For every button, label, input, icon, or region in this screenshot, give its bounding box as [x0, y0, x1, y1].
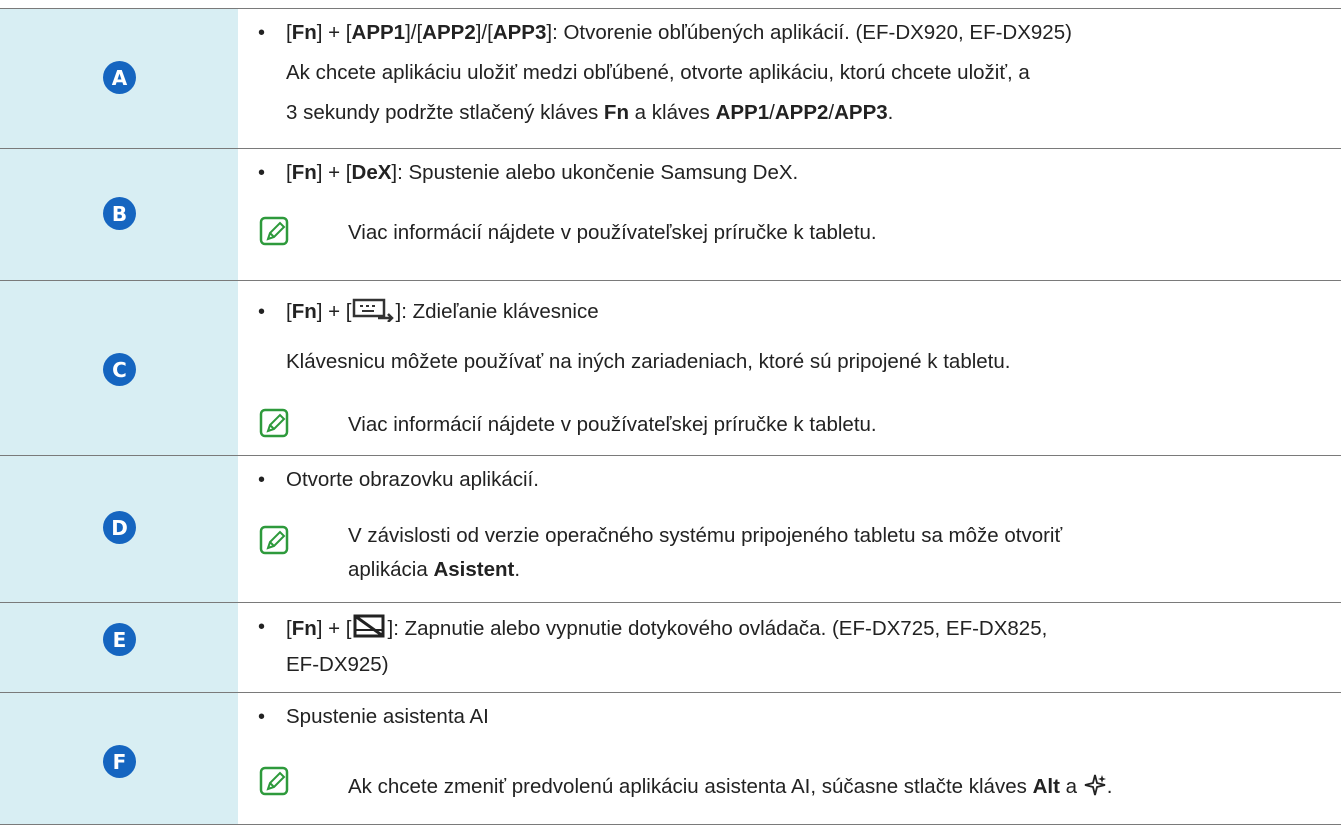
- bullet: •: [258, 469, 266, 491]
- key-badge-f: F: [103, 745, 136, 778]
- note-text: aplikácia Asistent.: [348, 558, 521, 581]
- key-cell: B: [0, 149, 238, 280]
- key-badge-e: E: [103, 623, 136, 656]
- key-badge-b: B: [103, 197, 136, 230]
- table-row-e: E • [Fn] + []: Zapnutie alebo vypnutie d…: [0, 602, 1341, 692]
- key-cell: F: [0, 693, 238, 824]
- keyboard-share-icon: [352, 298, 394, 322]
- key-badge-a: A: [103, 61, 136, 94]
- table-row-c: C • [Fn] + []: Zdieľanie klávesnice Kláv…: [0, 280, 1341, 455]
- description-line: EF-DX925): [286, 653, 389, 676]
- description-line: 3 sekundy podržte stlačený kláves Fn a k…: [286, 101, 894, 124]
- shortcut-line: [Fn] + [APP1]/[APP2]/[APP3]: Otvorenie o…: [286, 21, 1072, 44]
- touchpad-off-icon: [353, 614, 385, 638]
- bullet: •: [258, 22, 266, 44]
- key-cell: C: [0, 281, 238, 455]
- note-pencil-icon: [259, 525, 289, 555]
- bullet: •: [258, 706, 266, 728]
- note-pencil-icon: [259, 408, 289, 438]
- shortcut-line: [Fn] + [DeX]: Spustenie alebo ukončenie …: [286, 161, 799, 184]
- description-line: Ak chcete aplikáciu uložiť medzi obľúben…: [286, 61, 1030, 84]
- table-row-f: F • Spustenie asistenta AI Ak chcete zme…: [0, 692, 1341, 825]
- description-line: Spustenie asistenta AI: [286, 705, 489, 728]
- note-text: V závislosti od verzie operačného systém…: [348, 524, 1063, 547]
- shortcut-line: [Fn] + []: Zdieľanie klávesnice: [286, 298, 599, 323]
- note-text: Ak chcete zmeniť predvolenú aplikáciu as…: [348, 774, 1113, 798]
- note-text: Viac informácií nájdete v používateľskej…: [348, 221, 877, 244]
- key-badge-d: D: [103, 511, 136, 544]
- table-row-a: A • [Fn] + [APP1]/[APP2]/[APP3]: Otvoren…: [0, 8, 1341, 148]
- note-pencil-icon: [259, 766, 289, 796]
- bullet: •: [258, 162, 266, 184]
- note-text: Viac informácií nájdete v používateľskej…: [348, 413, 877, 436]
- table-row-b: B • [Fn] + [DeX]: Spustenie alebo ukonče…: [0, 148, 1341, 280]
- key-cell: D: [0, 456, 238, 602]
- description-line: Klávesnicu môžete používať na iných zari…: [286, 350, 1011, 373]
- key-cell: E: [0, 603, 238, 692]
- bullet: •: [258, 616, 266, 638]
- key-badge-c: C: [103, 353, 136, 386]
- table-row-d: D • Otvorte obrazovku aplikácií. V závis…: [0, 455, 1341, 602]
- bullet: •: [258, 301, 266, 323]
- sparkle-ai-icon: [1084, 774, 1106, 796]
- description-line: Otvorte obrazovku aplikácií.: [286, 468, 539, 491]
- shortcut-line: [Fn] + []: Zapnutie alebo vypnutie dotyk…: [286, 613, 1047, 643]
- key-cell: A: [0, 9, 238, 148]
- note-pencil-icon: [259, 216, 289, 246]
